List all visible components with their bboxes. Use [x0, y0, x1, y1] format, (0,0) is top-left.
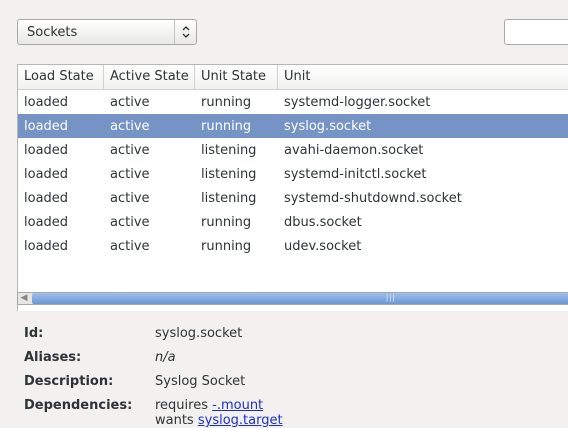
unit-state-cell: listening — [201, 142, 257, 158]
detail-wants: wants syslog.target — [155, 413, 283, 428]
detail-description-label: Description: — [24, 373, 114, 389]
column-header-unit-state[interactable]: Unit State — [195, 65, 278, 89]
requires-text: requires — [155, 397, 208, 413]
detail-dependencies-label: Dependencies: — [24, 397, 133, 413]
wants-text: wants — [155, 413, 194, 428]
unit-state-cell: running — [201, 94, 252, 110]
unit-name-cell: dbus.socket — [284, 214, 362, 230]
active-state-cell: active — [110, 142, 150, 158]
load-state-cell: loaded — [24, 238, 69, 254]
scrollbar-thumb[interactable]: ||| — [32, 293, 568, 304]
unit-state-cell: running — [201, 214, 252, 230]
table-row[interactable]: loaded active running dbus.socket — [18, 210, 568, 234]
active-state-cell: active — [110, 94, 150, 110]
table-header: Load State Active State Unit State Unit — [18, 65, 568, 90]
requires-link[interactable]: -.mount — [212, 398, 263, 413]
unit-type-combo-label: Sockets — [27, 24, 78, 40]
load-state-cell: loaded — [24, 190, 69, 206]
unit-state-cell: listening — [201, 166, 257, 182]
table-row[interactable]: loaded active listening avahi-daemon.socket — [18, 138, 568, 162]
unit-details: Id: syslog.socket Aliases: n/a Descripti… — [24, 321, 564, 428]
table-row[interactable]: loaded active running udev.socket — [18, 234, 568, 258]
load-state-cell: loaded — [24, 166, 69, 182]
column-header-load-state[interactable]: Load State — [18, 65, 104, 89]
wants-link[interactable]: syslog.target — [198, 413, 283, 428]
active-state-cell: active — [110, 238, 150, 254]
unit-state-cell: running — [201, 238, 252, 254]
units-table[interactable]: Load State Active State Unit State Unit … — [17, 64, 568, 311]
table-row[interactable]: loaded active listening systemd-shutdownd.s… — [18, 186, 568, 210]
detail-description-row: Description: Syslog Socket — [24, 369, 564, 393]
table-body: loaded active running systemd-logger.socket… — [18, 90, 568, 258]
unit-name-cell: systemd-logger.socket — [284, 94, 431, 110]
detail-id-value: syslog.socket — [155, 325, 243, 341]
active-state-cell: active — [110, 190, 150, 206]
active-state-cell: active — [110, 118, 150, 134]
table-row[interactable]: loaded active running systemd-logger.socket — [18, 90, 568, 114]
unit-state-cell: running — [201, 118, 252, 134]
table-row[interactable]: loaded active listening systemd-initctl.soc… — [18, 162, 568, 186]
detail-description-value: Syslog Socket — [155, 373, 246, 389]
horizontal-scrollbar[interactable]: ◀ ||| — [17, 292, 568, 305]
updown-chevron-icon — [174, 20, 196, 44]
column-header-active-state[interactable]: Active State — [104, 65, 195, 89]
grip-icon: ||| — [385, 294, 396, 302]
search-input[interactable] — [504, 19, 568, 45]
unit-name-cell: avahi-daemon.socket — [284, 142, 424, 158]
unit-name-cell: udev.socket — [284, 238, 362, 254]
unit-name-cell: systemd-shutdownd.socket — [284, 190, 462, 206]
load-state-cell: loaded — [24, 142, 69, 158]
unit-name-cell: systemd-initctl.socket — [284, 166, 427, 182]
scroll-left-icon[interactable]: ◀ — [18, 293, 30, 304]
unit-name-cell: syslog.socket — [284, 118, 372, 134]
unit-state-cell: listening — [201, 190, 257, 206]
load-state-cell: loaded — [24, 214, 69, 230]
active-state-cell: active — [110, 214, 150, 230]
detail-aliases-label: Aliases: — [24, 349, 82, 365]
detail-requires: requires -.mount — [155, 398, 263, 413]
detail-dependencies-row: Dependencies: requires -.mount — [24, 393, 564, 417]
detail-aliases-value: n/a — [155, 349, 176, 365]
detail-id-label: Id: — [24, 325, 44, 341]
unit-type-combo[interactable]: Sockets — [17, 19, 197, 45]
column-header-unit[interactable]: Unit — [278, 65, 568, 89]
load-state-cell: loaded — [24, 118, 69, 134]
table-row[interactable]: loaded active running syslog.socket — [18, 114, 568, 138]
active-state-cell: active — [110, 166, 150, 182]
load-state-cell: loaded — [24, 94, 69, 110]
detail-aliases-row: Aliases: n/a — [24, 345, 564, 369]
detail-id-row: Id: syslog.socket — [24, 321, 564, 345]
